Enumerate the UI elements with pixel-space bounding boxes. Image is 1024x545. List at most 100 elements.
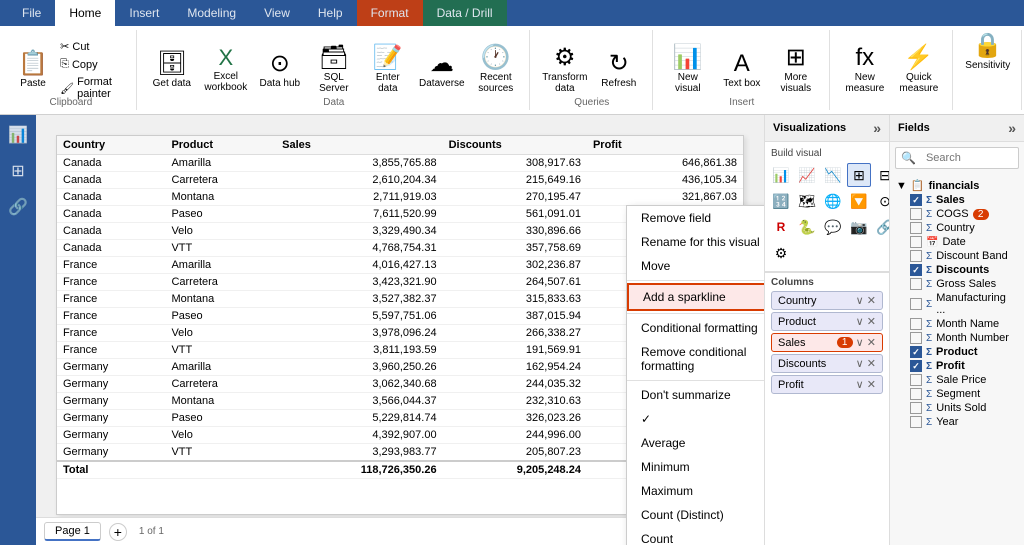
tab-data-drill[interactable]: Data / Drill	[423, 0, 507, 26]
copy-button[interactable]: ⎘ Copy	[56, 56, 128, 73]
viz-icon-map[interactable]: 🗺	[795, 189, 819, 213]
viz-icon-python[interactable]: 🐍	[795, 215, 819, 239]
quick-measure-label: Quick measure	[896, 72, 942, 94]
tab-home[interactable]: Home	[55, 0, 115, 26]
field-item-year[interactable]: ΣYear	[894, 415, 1020, 429]
field-group-financials-header[interactable]: ▼ 📋 financials	[894, 178, 1020, 193]
field-item-cogs[interactable]: ΣCOGS2	[894, 207, 1020, 221]
refresh-button[interactable]: ↻ Refresh	[594, 50, 644, 91]
quick-measure-button[interactable]: ⚡ Quick measure	[894, 44, 944, 96]
tab-format[interactable]: Format	[357, 0, 423, 26]
field-item-date[interactable]: 📅Date	[894, 235, 1020, 249]
field-item-discount-band[interactable]: ΣDiscount Band	[894, 249, 1020, 263]
col-pill-sales[interactable]: Sales 1 ∨ ✕	[771, 333, 883, 352]
col-pill-sales-remove[interactable]: ∨ ✕	[856, 336, 876, 349]
enter-data-button[interactable]: 📝 Enter data	[363, 44, 413, 96]
ctx-remove-field[interactable]: Remove field	[627, 206, 764, 230]
field-checkbox: ✓	[910, 264, 922, 276]
ctx-remove-conditional[interactable]: Remove conditional formatting	[627, 340, 764, 378]
field-item-month-name[interactable]: ΣMonth Name	[894, 317, 1020, 331]
col-pill-profit-remove[interactable]: ∨ ✕	[856, 378, 876, 391]
ctx-count-distinct[interactable]: Count (Distinct)	[627, 503, 764, 527]
field-item-sale-price[interactable]: ΣSale Price	[894, 373, 1020, 387]
sidebar-icon-model[interactable]: 🔗	[4, 193, 32, 221]
viz-icon-scatter[interactable]: ⊙	[873, 189, 889, 213]
sidebar-icon-data[interactable]: ⊞	[7, 157, 28, 185]
col-pill-product[interactable]: Product ∨ ✕	[771, 312, 883, 331]
col-pill-country-remove[interactable]: ∨ ✕	[856, 294, 876, 307]
col-pill-discounts[interactable]: Discounts ∨ ✕	[771, 354, 883, 373]
paste-button[interactable]: 📋 Paste	[14, 50, 52, 91]
new-measure-button[interactable]: fx New measure	[840, 44, 890, 96]
fields-expand-icon[interactable]: »	[1008, 120, 1016, 136]
viz-icon-custom[interactable]: ⚙	[769, 241, 793, 265]
ctx-sum[interactable]: ✓Sum	[627, 407, 764, 431]
transform-button[interactable]: ⚙ Transform data	[540, 44, 590, 96]
col-pill-country[interactable]: Country ∨ ✕	[771, 291, 883, 310]
ctx-dont-summarize[interactable]: Don't summarize	[627, 383, 764, 407]
viz-icon-kpi[interactable]: 🔢	[769, 189, 793, 213]
viz-icon-filled-map[interactable]: 🌐	[821, 189, 845, 213]
ctx-move[interactable]: Move	[627, 254, 764, 278]
field-item-segment[interactable]: ΣSegment	[894, 387, 1020, 401]
tab-insert[interactable]: Insert	[115, 0, 173, 26]
sql-button[interactable]: 🗃 SQL Server	[309, 44, 359, 96]
col-pill-profit[interactable]: Profit ∨ ✕	[771, 375, 883, 394]
clipboard-group: 📋 Paste ✂ Cut ⎘ Copy 🖌 Format painter	[6, 30, 137, 110]
fields-search-input[interactable]	[921, 149, 1024, 167]
viz-icon-bar[interactable]: 📊	[769, 163, 793, 187]
get-data-button[interactable]: 🗄 Get data	[147, 50, 197, 91]
viz-icon-link[interactable]: 🔗	[873, 215, 889, 239]
page-1-tab[interactable]: Page 1	[44, 522, 101, 541]
field-item-product[interactable]: ✓ΣProduct	[894, 345, 1020, 359]
field-item-sales[interactable]: ✓ΣSales	[894, 193, 1020, 207]
ctx-minimum[interactable]: Minimum	[627, 455, 764, 479]
add-page-button[interactable]: +	[109, 523, 127, 541]
field-item-country[interactable]: ΣCountry	[894, 221, 1020, 235]
col-pill-product-remove[interactable]: ∨ ✕	[856, 315, 876, 328]
field-item-manufacturing----[interactable]: ΣManufacturing ...	[894, 291, 1020, 317]
tab-view[interactable]: View	[250, 0, 304, 26]
tab-help[interactable]: Help	[304, 0, 357, 26]
tab-file[interactable]: File	[8, 0, 55, 26]
field-item-units-sold[interactable]: ΣUnits Sold	[894, 401, 1020, 415]
field-item-gross-sales[interactable]: ΣGross Sales	[894, 277, 1020, 291]
data-hub-button[interactable]: ⊙ Data hub	[255, 50, 305, 91]
viz-icon-matrix[interactable]: ⊟	[873, 163, 889, 187]
field-item-label: Month Name	[936, 318, 999, 330]
viz-icon-qa[interactable]: 💬	[821, 215, 845, 239]
recent-sources-button[interactable]: 🕐 Recent sources	[471, 44, 521, 96]
sidebar-icon-report[interactable]: 📊	[4, 121, 32, 149]
viz-icon-r[interactable]: R	[769, 215, 793, 239]
new-visual-button[interactable]: 📊 New visual	[663, 44, 713, 96]
viz-icon-camera[interactable]: 📷	[847, 215, 871, 239]
more-visuals-button[interactable]: ⊞ More visuals	[771, 44, 821, 96]
viz-expand-icon[interactable]: »	[873, 120, 881, 136]
excel-button[interactable]: X Excel workbook	[201, 45, 251, 95]
col-pill-discounts-remove[interactable]: ∨ ✕	[856, 357, 876, 370]
dataverse-button[interactable]: ☁ Dataverse	[417, 50, 467, 91]
cut-button[interactable]: ✂ Cut	[56, 38, 128, 55]
ctx-add-sparkline[interactable]: Add a sparkline 2	[627, 283, 764, 311]
ctx-maximum[interactable]: Maximum	[627, 479, 764, 503]
clipboard-label: Clipboard	[6, 97, 136, 108]
field-item-profit[interactable]: ✓ΣProfit	[894, 359, 1020, 373]
viz-icon-area[interactable]: 📉	[821, 163, 845, 187]
viz-icon-funnel[interactable]: 🔽	[847, 189, 871, 213]
field-item-badge: 2	[973, 209, 989, 220]
text-box-button[interactable]: A Text box	[717, 50, 767, 91]
field-item-label: Sale Price	[936, 374, 986, 386]
field-item-discounts[interactable]: ✓ΣDiscounts	[894, 263, 1020, 277]
ctx-average[interactable]: Average	[627, 431, 764, 455]
tab-modeling[interactable]: Modeling	[173, 0, 250, 26]
dataverse-icon: ☁	[430, 52, 454, 76]
field-checkbox	[910, 250, 922, 262]
ctx-rename[interactable]: Rename for this visual	[627, 230, 764, 254]
sigma-icon: Σ	[926, 265, 932, 276]
ctx-conditional-format[interactable]: Conditional formatting	[627, 316, 764, 340]
sensitivity-button[interactable]: 🔒 Sensitivity	[963, 32, 1013, 73]
viz-icon-table[interactable]: ⊞	[847, 163, 871, 187]
viz-icon-line[interactable]: 📈	[795, 163, 819, 187]
field-item-month-number[interactable]: ΣMonth Number	[894, 331, 1020, 345]
ctx-count[interactable]: Count	[627, 527, 764, 545]
